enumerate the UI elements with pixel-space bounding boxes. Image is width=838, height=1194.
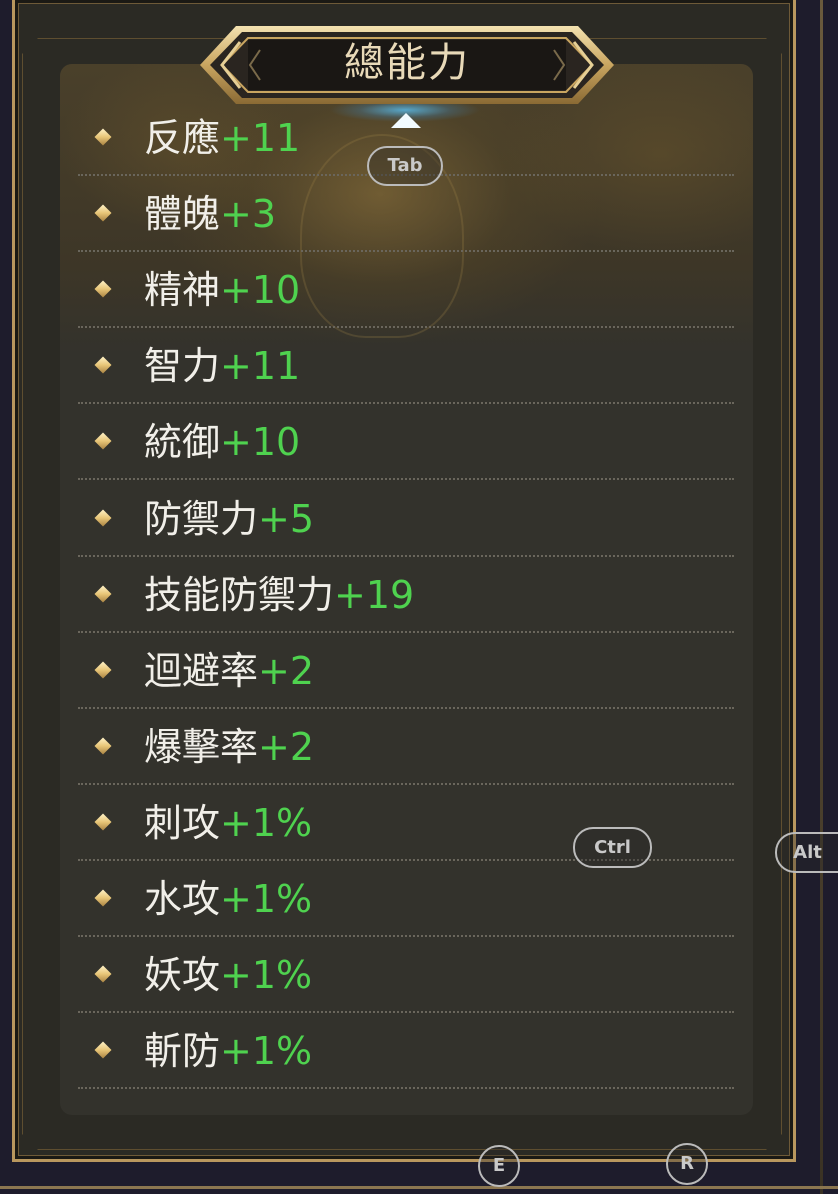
stat-value: +1% bbox=[220, 801, 313, 845]
stat-value: +2 bbox=[258, 649, 315, 693]
diamond-bullet-icon bbox=[94, 204, 112, 222]
stat-label: 統御 bbox=[144, 420, 221, 464]
title-banner: 總能力 bbox=[200, 22, 614, 108]
stat-label: 妖攻 bbox=[144, 953, 221, 997]
stat-label: 技能防禦力 bbox=[144, 573, 335, 617]
stat-name: 精神+10 bbox=[144, 268, 300, 312]
stat-value: +3 bbox=[220, 192, 277, 236]
stat-value: +5 bbox=[258, 497, 315, 541]
stat-row: 妖攻+1% bbox=[78, 937, 734, 1013]
diamond-bullet-icon bbox=[94, 889, 112, 907]
diamond-bullet-icon bbox=[94, 280, 112, 298]
stat-name: 水攻+1% bbox=[144, 877, 312, 921]
stat-name: 刺攻+1% bbox=[144, 801, 312, 845]
stat-name: 妖攻+1% bbox=[144, 953, 312, 997]
stat-label: 智力 bbox=[144, 344, 221, 388]
stat-value: +11 bbox=[220, 116, 301, 160]
stat-label: 迴避率 bbox=[144, 649, 259, 693]
r-key-hint[interactable]: R bbox=[666, 1143, 708, 1185]
diamond-bullet-icon bbox=[94, 585, 112, 603]
stat-label: 刺攻 bbox=[144, 801, 221, 845]
stat-name: 技能防禦力+19 bbox=[144, 573, 414, 617]
stat-name: 防禦力+5 bbox=[144, 497, 314, 541]
stat-row: 斬防+1% bbox=[78, 1013, 734, 1089]
tab-key-hint[interactable]: Tab bbox=[367, 146, 443, 186]
diamond-bullet-icon bbox=[94, 661, 112, 679]
stat-row: 防禦力+5 bbox=[78, 481, 734, 557]
diamond-bullet-icon bbox=[94, 737, 112, 755]
stat-name: 統御+10 bbox=[144, 420, 300, 464]
stat-name: 智力+11 bbox=[144, 344, 300, 388]
stat-label: 斬防 bbox=[144, 1029, 221, 1073]
stat-row: 智力+11 bbox=[78, 328, 734, 404]
stat-label: 爆擊率 bbox=[144, 725, 259, 769]
stat-value: +1% bbox=[220, 1029, 313, 1073]
stat-name: 迴避率+2 bbox=[144, 649, 314, 693]
stat-value: +10 bbox=[220, 420, 301, 464]
stat-row: 體魄+3 bbox=[78, 176, 734, 252]
diamond-bullet-icon bbox=[94, 813, 112, 831]
stat-label: 反應 bbox=[144, 116, 221, 160]
stat-name: 爆擊率+2 bbox=[144, 725, 314, 769]
stat-label: 體魄 bbox=[144, 192, 221, 236]
diamond-bullet-icon bbox=[94, 432, 112, 450]
stat-value: +19 bbox=[334, 573, 415, 617]
stat-name: 斬防+1% bbox=[144, 1029, 312, 1073]
diamond-bullet-icon bbox=[94, 965, 112, 983]
stat-value: +10 bbox=[220, 268, 301, 312]
stat-name: 反應+11 bbox=[144, 116, 300, 160]
stat-label: 防禦力 bbox=[144, 497, 259, 541]
stat-value: +2 bbox=[258, 725, 315, 769]
stat-label: 精神 bbox=[144, 268, 221, 312]
panel-title: 總能力 bbox=[344, 40, 470, 86]
diamond-bullet-icon bbox=[94, 509, 112, 527]
diamond-bullet-icon bbox=[94, 356, 112, 374]
stat-value: +11 bbox=[220, 344, 301, 388]
stat-row: 迴避率+2 bbox=[78, 633, 734, 709]
stat-value: +1% bbox=[220, 877, 313, 921]
stat-row: 水攻+1% bbox=[78, 861, 734, 937]
stat-name: 體魄+3 bbox=[144, 192, 276, 236]
stat-value: +1% bbox=[220, 953, 313, 997]
stat-label: 水攻 bbox=[144, 877, 221, 921]
ctrl-key-hint[interactable]: Ctrl bbox=[573, 827, 652, 868]
stat-row: 統御+10 bbox=[78, 404, 734, 480]
stat-row: 爆擊率+2 bbox=[78, 709, 734, 785]
right-edge-strip bbox=[820, 0, 823, 1194]
diamond-bullet-icon bbox=[94, 128, 112, 146]
alt-key-hint[interactable]: Alt bbox=[775, 832, 838, 873]
stat-row: 精神+10 bbox=[78, 252, 734, 328]
diamond-bullet-icon bbox=[94, 1041, 112, 1059]
stat-row: 技能防禦力+19 bbox=[78, 557, 734, 633]
bottom-border-line bbox=[0, 1186, 838, 1189]
e-key-hint[interactable]: E bbox=[478, 1145, 520, 1187]
